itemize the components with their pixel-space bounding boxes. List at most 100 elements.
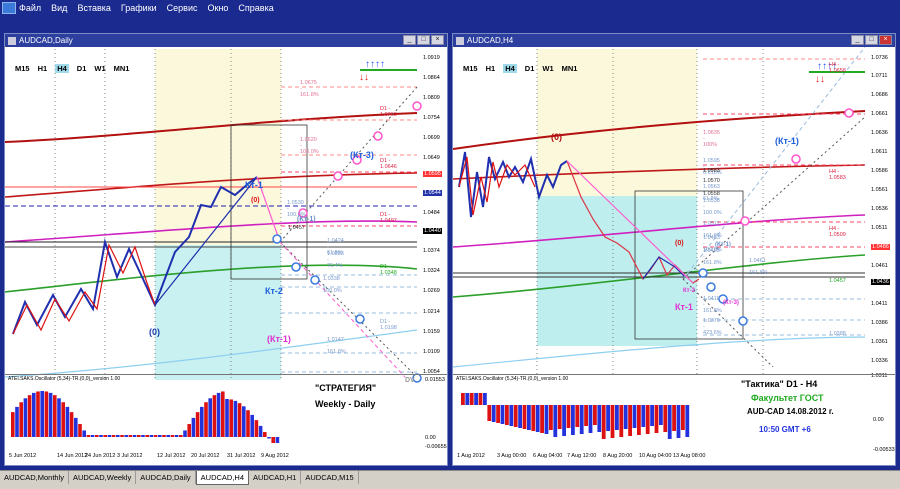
tf-m15[interactable]: M15 (463, 64, 478, 73)
price-tick: 1.0809 (423, 95, 440, 101)
osc-bar (208, 398, 212, 437)
osc-bar (663, 405, 668, 432)
osc-bar (645, 405, 650, 434)
tab-m15[interactable]: AUDCAD,M15 (301, 471, 359, 484)
tf-m15[interactable]: M15 (15, 64, 30, 73)
label-kt3: (Кт-3) (350, 150, 374, 160)
tab-h1[interactable]: AUDCAD,H1 (249, 471, 302, 484)
menu-charts[interactable]: Графики (121, 3, 157, 13)
lvl-12: D1 - 1.0198 (380, 319, 397, 331)
tf-h1[interactable]: H1 (38, 64, 48, 73)
osc-bar (487, 405, 492, 421)
price-tick: 1.0159 (423, 329, 440, 335)
oscillator-panel[interactable]: ATEI.SAKS.Oscillator (5,34)-TR.(0,0)_ver… (5, 374, 447, 453)
tf-h4[interactable]: H4 (503, 64, 517, 73)
lvl-15: 1.0457 (829, 278, 846, 284)
current-price-badge: 1.0595 (423, 171, 442, 177)
osc-bar (557, 405, 562, 429)
lvl-17: 1.0379 - 423.6% (703, 318, 722, 336)
date-caption: AUD-CAD 14.08.2012 г. (747, 407, 834, 416)
osc-bar (575, 405, 580, 427)
osc-bar (200, 406, 204, 437)
osc-bar (659, 405, 663, 425)
osc-bar (267, 437, 271, 439)
lvl-7: 1.0457 (288, 225, 305, 231)
osc-bar (672, 405, 676, 431)
osc-val: 0.00 (425, 435, 436, 441)
osc-bar (15, 406, 19, 437)
osc-bar (65, 406, 70, 437)
tab-daily[interactable]: AUDCAD,Daily (136, 471, 196, 484)
osc-bar (562, 405, 566, 436)
tf-d1[interactable]: D1 (77, 64, 87, 73)
app-logo-icon (2, 2, 16, 14)
menu-window[interactable]: Окно (208, 3, 229, 13)
window-titlebar[interactable]: AUDCAD,Daily _ □ × (5, 34, 447, 47)
menu-view[interactable]: Вид (51, 3, 67, 13)
strategy-caption: "СТРАТЕГИЯ" (315, 383, 377, 393)
lvl-5: 1.0583 (703, 168, 720, 174)
minimize-button[interactable]: _ (851, 35, 864, 45)
date-tick: 31 Jul 2012 (227, 453, 256, 459)
close-button[interactable]: × (879, 35, 892, 45)
osc-bar (53, 395, 57, 437)
close-button[interactable]: × (431, 35, 444, 45)
osc-bar (685, 405, 690, 437)
maximize-button[interactable]: □ (865, 35, 878, 45)
osc-val: 0.00 (873, 417, 884, 423)
price-tick: 1.0411 (871, 301, 888, 307)
minimize-button[interactable]: _ (403, 35, 416, 45)
date-tick: 3 Aug 00:00 (497, 453, 527, 459)
menu-help[interactable]: Справка (238, 3, 273, 13)
tactic-caption: "Тактика" D1 - H4 (741, 379, 818, 389)
osc-bar (86, 435, 91, 437)
label-zero-small: (0) (675, 240, 684, 247)
tf-mn1[interactable]: MN1 (114, 64, 130, 73)
tf-w1[interactable]: W1 (542, 64, 553, 73)
osc-bar (549, 405, 553, 430)
date-tick: 8 Aug 20:00 (603, 453, 633, 459)
price-badge: 1.0440 (423, 228, 442, 234)
menu-file[interactable]: Файл (19, 3, 41, 13)
lvl-18: 1.0388 (829, 331, 846, 337)
osc-bar (187, 424, 191, 437)
osc-bar (628, 405, 632, 436)
osc-bar (535, 405, 540, 432)
osc-bar (179, 435, 183, 437)
osc-bar (615, 405, 619, 430)
osc-bar (566, 405, 571, 428)
osc-bar (212, 395, 217, 437)
window-titlebar[interactable]: AUDCAD,H4 _ □ × (453, 34, 895, 47)
osc-bar (263, 432, 267, 437)
tf-mn1[interactable]: MN1 (562, 64, 578, 73)
osc-bar (505, 405, 509, 425)
osc-bar (469, 393, 474, 405)
price-tick: 1.0736 (871, 55, 888, 61)
tab-h4[interactable]: AUDCAD,H4 (195, 471, 250, 485)
osc-bar (641, 405, 646, 427)
osc-bar (518, 405, 522, 428)
osc-bar (19, 402, 23, 437)
price-tick: 1.0561 (871, 187, 888, 193)
lvl-4: H4 - 1.0583 (829, 169, 846, 181)
price-tick: 1.0461 (871, 263, 888, 269)
oscillator-panel[interactable]: ATEI.SAKS.Oscillator (5,34)-TR.(0,0)_ver… (453, 374, 895, 453)
tf-w1[interactable]: W1 (94, 64, 105, 73)
osc-bar (40, 391, 44, 437)
tf-h1[interactable]: H1 (486, 64, 496, 73)
tf-d1[interactable]: D1 (525, 64, 535, 73)
chart-window-daily[interactable]: AUDCAD,Daily _ □ × ↑↑↑↑ ↓↓ M15 H1 H4 D1 … (4, 33, 448, 466)
chart-window-h4[interactable]: AUDCAD,H4 _ □ × ↑↑↑↑ ↓↓ M15 H1 H4 D1 W1 … (452, 33, 896, 466)
tab-weekly[interactable]: AUDCAD,Weekly (69, 471, 137, 484)
osc-bar (461, 393, 465, 405)
osc-bar (544, 405, 549, 434)
chart-icon (8, 36, 16, 45)
maximize-button[interactable]: □ (417, 35, 430, 45)
osc-bar (571, 405, 575, 435)
date-tick: 12 Jul 2012 (157, 453, 186, 459)
menu-tools[interactable]: Сервис (167, 3, 198, 13)
menu-insert[interactable]: Вставка (77, 3, 110, 13)
tf-h4[interactable]: H4 (55, 64, 69, 73)
osc-bar (44, 391, 49, 437)
tab-monthly[interactable]: AUDCAD,Monthly (0, 471, 70, 484)
